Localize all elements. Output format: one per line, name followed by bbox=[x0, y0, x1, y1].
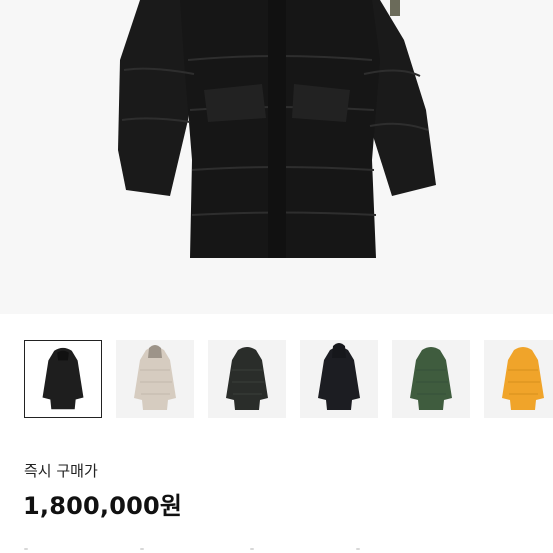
thumbnail-green-parka[interactable] bbox=[392, 340, 470, 418]
divider bbox=[0, 543, 553, 553]
thumbnail-black-parka[interactable] bbox=[24, 340, 102, 418]
instant-buy-label: 즉시 구매가 bbox=[24, 462, 98, 480]
thumbnail-navy-black-parka[interactable] bbox=[300, 340, 378, 418]
instant-buy-price: 1,800,000원 bbox=[23, 492, 183, 520]
thumbnail-strip bbox=[0, 340, 553, 424]
parka-thumbnail-image bbox=[318, 343, 360, 410]
faded-text bbox=[250, 548, 254, 550]
parka-thumbnail-image bbox=[134, 345, 176, 410]
faded-text bbox=[140, 548, 144, 550]
thumbnail-beige-parka[interactable] bbox=[116, 340, 194, 418]
black-parka-image bbox=[118, 0, 436, 258]
parka-thumbnail-image bbox=[410, 347, 452, 410]
parka-thumbnail-image bbox=[226, 347, 268, 410]
thumbnail-dark-green-black-parka[interactable] bbox=[208, 340, 286, 418]
product-main-image[interactable] bbox=[0, 0, 553, 314]
faded-text bbox=[356, 548, 360, 550]
thumbnail-orange-parka[interactable] bbox=[484, 340, 553, 418]
parka-thumbnail-image bbox=[42, 347, 84, 410]
faded-text bbox=[24, 548, 28, 550]
parka-thumbnail-image bbox=[502, 347, 544, 410]
